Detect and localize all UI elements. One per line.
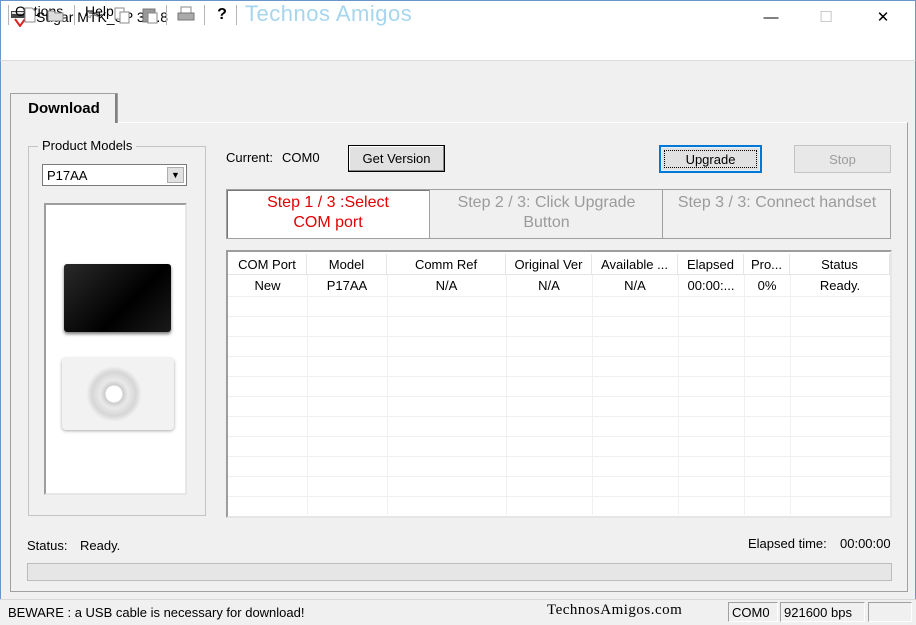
grid-line	[307, 275, 308, 515]
step-2-line-1: Step 2 / 3: Click Upgrade	[457, 194, 636, 211]
step-2-indicator: Step 2 / 3: Click Upgrade Button	[431, 190, 663, 238]
table-cell-original-ver[interactable]: N/A	[506, 276, 592, 296]
grid-line	[228, 416, 890, 417]
toolbar-separator	[166, 5, 167, 25]
product-model-select[interactable]: P17AA ▼	[42, 164, 187, 186]
table-cell-com-port[interactable]: New	[228, 276, 307, 296]
toolbar-separator	[8, 5, 9, 25]
column-header-elapsed[interactable]: Elapsed	[678, 254, 744, 275]
new-file-icon[interactable]	[20, 5, 40, 25]
grid-line	[678, 275, 679, 515]
table-cell-status[interactable]: Ready.	[790, 276, 890, 296]
charger-disc	[86, 366, 142, 422]
grid-line	[506, 275, 507, 515]
grid-line	[228, 496, 890, 497]
table-cell-available[interactable]: N/A	[592, 276, 678, 296]
focus-rect	[664, 150, 757, 168]
grid-line	[228, 396, 890, 397]
step-1-line-2: COM port	[293, 214, 363, 231]
device-table: COM Port Model Comm Ref Original Ver Ava…	[226, 250, 892, 518]
chevron-down-icon[interactable]: ▼	[167, 167, 184, 183]
grid-line	[228, 456, 890, 457]
grid-line	[228, 376, 890, 377]
column-header-progress[interactable]: Pro...	[744, 254, 790, 275]
current-port-value: COM0	[282, 150, 320, 165]
open-folder-icon[interactable]	[46, 5, 66, 25]
product-model-value: P17AA	[47, 167, 88, 183]
download-progress-bar	[27, 563, 892, 581]
status-label: Status:	[27, 538, 68, 553]
maximize-button[interactable]: ☐	[803, 0, 849, 34]
toolbar-separator	[204, 5, 205, 25]
charger-device-image	[62, 358, 174, 430]
column-header-available[interactable]: Available ...	[592, 254, 678, 275]
toolbar-separator	[236, 5, 237, 25]
status-bar-message: BEWARE : a USB cable is necessary for do…	[8, 605, 305, 620]
status-value: Ready.	[80, 538, 121, 553]
grid-line	[890, 275, 891, 515]
grid-line	[228, 336, 890, 337]
status-bar-baud-rate: 921600 bps	[780, 602, 865, 622]
upgrade-button[interactable]: Upgrade	[659, 145, 762, 173]
tab-download[interactable]: Download	[10, 93, 118, 123]
step-1-indicator: Step 1 / 3 :Select COM port	[227, 190, 430, 238]
toolbar	[0, 60, 916, 92]
grid-line	[387, 275, 388, 515]
elapsed-time-label: Elapsed time:	[748, 536, 827, 551]
grid-line	[592, 275, 593, 515]
step-2-line-2: Button	[523, 214, 570, 231]
copy-icon[interactable]	[112, 5, 132, 25]
paste-icon[interactable]	[140, 5, 160, 25]
brand-logo-text: Technos Amigos	[245, 1, 413, 26]
product-image	[44, 203, 187, 495]
column-header-comm-ref[interactable]: Comm Ref	[387, 254, 506, 275]
table-cell-comm-ref[interactable]: N/A	[387, 276, 506, 296]
tablet-device-image	[64, 264, 171, 332]
stop-button[interactable]: Stop	[794, 145, 891, 173]
grid-line	[228, 476, 890, 477]
help-icon[interactable]: ?	[212, 5, 232, 25]
status-bar-com-port: COM0	[728, 602, 778, 622]
step-3-line-1: Step 3 / 3: Connect handset	[677, 194, 877, 211]
menu-bar	[0, 36, 916, 60]
close-button[interactable]: ✕	[860, 0, 906, 34]
product-models-label: Product Models	[38, 138, 137, 153]
column-header-status[interactable]: Status	[790, 254, 890, 275]
grid-line	[228, 296, 890, 297]
current-port-label: Current:	[226, 150, 273, 165]
toolbar-separator	[74, 5, 75, 25]
grid-line	[744, 275, 745, 515]
column-header-original-ver[interactable]: Original Ver	[506, 254, 592, 275]
grid-line	[228, 356, 890, 357]
watermark-text: TechnosAmigos.com	[547, 602, 683, 618]
status-bar-empty-pane	[868, 602, 912, 622]
table-cell-progress[interactable]: 0%	[744, 276, 790, 296]
table-cell-elapsed[interactable]: 00:00:...	[678, 276, 744, 296]
step-1-line-1: Step 1 / 3 :Select	[267, 194, 389, 211]
grid-line	[790, 275, 791, 515]
get-version-button[interactable]: Get Version	[348, 145, 445, 172]
column-header-com-port[interactable]: COM Port	[228, 254, 307, 275]
grid-line	[228, 436, 890, 437]
cut-icon[interactable]: ✂	[84, 5, 104, 25]
elapsed-time-value: 00:00:00	[840, 536, 891, 551]
minimize-button[interactable]: —	[748, 0, 794, 34]
grid-line	[228, 316, 890, 317]
column-header-model[interactable]: Model	[307, 254, 387, 275]
print-icon[interactable]	[176, 5, 196, 25]
step-3-indicator: Step 3 / 3: Connect handset	[664, 190, 890, 238]
table-cell-model[interactable]: P17AA	[307, 276, 387, 296]
